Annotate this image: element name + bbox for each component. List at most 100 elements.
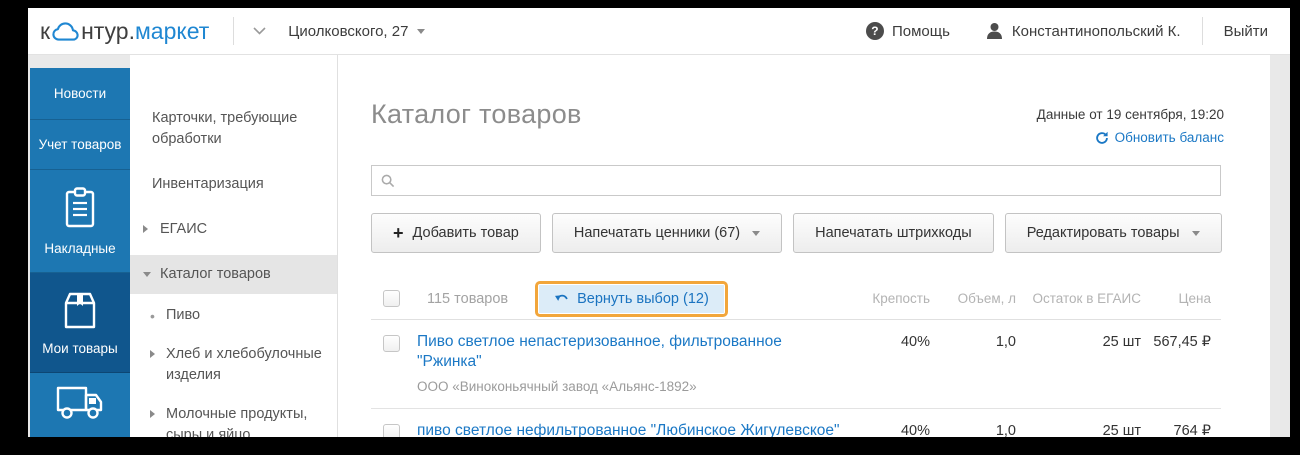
primary-sidebar: Новости Учет товаров Накладные Мои товар… (30, 68, 130, 437)
location-selector[interactable]: Циолковского, 27 (288, 23, 425, 40)
subnav-item-catalog[interactable]: Каталог товаров (130, 255, 337, 294)
table-header: 115 товаров Вернуть выбор (12) Крепость … (371, 278, 1221, 320)
products-table: 115 товаров Вернуть выбор (12) Крепость … (371, 278, 1221, 437)
subnav-item-bread[interactable]: Хлеб и хлебобулочные изделия (130, 337, 337, 393)
logo-text-accent: маркет (135, 18, 209, 45)
subnav-item-egais[interactable]: ЕГАИС (130, 210, 337, 249)
cell-volume: 1,0 (930, 332, 1016, 394)
sidebar-item-label: Учет товаров (39, 137, 122, 152)
topbar-divider (233, 17, 234, 45)
cell-volume: 1,0 (930, 421, 1016, 437)
logout-button[interactable]: Выйти (1224, 23, 1268, 40)
chevron-down-icon (143, 272, 151, 277)
sidebar-item-deliveries[interactable] (30, 373, 130, 437)
restore-selection-button[interactable]: Вернуть выбор (12) (539, 285, 724, 313)
sidebar-item-my-goods[interactable]: Мои товары (30, 273, 130, 373)
box-icon (58, 290, 102, 330)
products-count: 115 товаров (427, 291, 508, 307)
column-header-egais: Остаток в ЕГАИС (1016, 291, 1141, 306)
refresh-balance-link[interactable]: Обновить баланс (1037, 130, 1224, 145)
subnav-item-label: Карточки, требующие обработки (152, 110, 297, 147)
logo-text-prefix: к (40, 18, 50, 45)
sidebar-item-label: Новости (54, 86, 106, 101)
cell-strength: 40% (850, 332, 930, 394)
chevron-right-icon (150, 410, 155, 418)
product-producer: ООО «Виноконьячный завод «Альянс-1892» (417, 379, 850, 394)
print-price-tags-button[interactable]: Напечатать ценники (67) (552, 213, 782, 253)
product-name-link[interactable]: пиво светлое нефильтрованное "Любинское … (417, 421, 850, 437)
subnav-item-label: Пиво (166, 307, 200, 323)
sidebar-item-news[interactable]: Новости (30, 68, 130, 120)
subnav-item-dairy[interactable]: Молочные продукты, сыры и яйцо (130, 397, 337, 437)
subnav-item-label: Каталог товаров (160, 266, 271, 282)
subnav-item-label: Хлеб и хлебобулочные изделия (166, 346, 322, 383)
column-header-volume: Объем, л (930, 291, 1016, 306)
topbar: к нтур. маркет Циолковского, 27 ? Помощь (28, 8, 1290, 55)
print-price-tags-label: Напечатать ценники (67) (574, 225, 740, 241)
refresh-label: Обновить баланс (1115, 130, 1224, 145)
column-header-price: Цена (1141, 291, 1221, 306)
clipboard-icon (60, 186, 100, 230)
annotation-highlight: Вернуть выбор (12) (535, 281, 728, 317)
chevron-down-icon (1192, 231, 1200, 236)
subnav-item-label: ЕГАИС (160, 221, 207, 237)
chevron-down-icon (417, 29, 425, 34)
question-icon: ? (866, 22, 884, 40)
toolbar: + Добавить товар Напечатать ценники (67)… (371, 213, 1222, 253)
restore-selection-label: Вернуть выбор (12) (577, 291, 709, 307)
help-button[interactable]: ? Помощь (866, 22, 950, 40)
row-checkbox[interactable] (383, 424, 400, 437)
data-date: Данные от 19 сентября, 19:20 (1037, 107, 1224, 122)
search-input[interactable] (403, 172, 1211, 190)
app-window: к нтур. маркет Циолковского, 27 ? Помощь (28, 8, 1290, 437)
chevron-right-icon (143, 225, 148, 233)
sidebar-item-accounting[interactable]: Учет товаров (30, 120, 130, 170)
logo-text-mid: нтур. (81, 18, 135, 45)
user-name: Константинопольский К. (1012, 23, 1181, 40)
cell-price: 764 ₽ (1141, 421, 1221, 437)
person-icon (986, 22, 1003, 40)
bullet-icon: • (150, 311, 155, 321)
plus-icon: + (393, 224, 404, 242)
topbar-divider (1202, 17, 1203, 45)
cell-egais: 25 шт (1016, 332, 1141, 394)
secondary-nav: Карточки, требующие обработки Инвентариз… (130, 55, 337, 437)
cloud-icon (51, 20, 80, 43)
edit-products-label: Редактировать товары (1027, 225, 1180, 241)
row-checkbox[interactable] (383, 335, 400, 352)
subnav-item-beer[interactable]: • Пиво (130, 298, 337, 333)
table-row: пиво светлое нефильтрованное "Любинское … (371, 409, 1221, 437)
data-info: Данные от 19 сентября, 19:20 Обновить ба… (1037, 107, 1224, 145)
page-title: Каталог товаров (371, 99, 582, 130)
subnav-item-inventory[interactable]: Инвентаризация (130, 165, 337, 204)
user-menu[interactable]: Константинопольский К. (986, 22, 1181, 40)
search-icon (381, 174, 395, 188)
select-all-checkbox[interactable] (383, 290, 400, 307)
print-barcodes-button[interactable]: Напечатать штрихкоды (793, 213, 994, 253)
search-box[interactable] (371, 165, 1221, 196)
sidebar-item-invoices[interactable]: Накладные (30, 170, 130, 273)
help-label: Помощь (892, 23, 950, 40)
refresh-icon (1095, 131, 1109, 145)
cell-price: 567,45 ₽ (1141, 332, 1221, 394)
add-product-label: Добавить товар (413, 225, 519, 241)
chevron-right-icon (150, 350, 155, 358)
cell-strength: 40% (850, 421, 930, 437)
cell-egais: 25 шт (1016, 421, 1141, 437)
subnav-item-label: Инвентаризация (152, 176, 264, 192)
truck-icon (54, 382, 106, 422)
chevron-down-icon[interactable] (253, 27, 266, 35)
add-product-button[interactable]: + Добавить товар (371, 213, 541, 253)
location-label: Циолковского, 27 (288, 23, 408, 40)
print-barcodes-label: Напечатать штрихкоды (815, 225, 972, 241)
undo-icon (554, 293, 569, 305)
subnav-item-cards-to-process[interactable]: Карточки, требующие обработки (130, 99, 337, 159)
product-name-link[interactable]: Пиво светлое непастеризованное, фильтров… (417, 332, 850, 372)
logo[interactable]: к нтур. маркет (40, 18, 209, 45)
chevron-down-icon (752, 231, 760, 236)
subnav-item-label: Молочные продукты, сыры и яйцо (166, 406, 307, 437)
edit-products-button[interactable]: Редактировать товары (1005, 213, 1222, 253)
sidebar-item-label: Мои товары (42, 341, 117, 356)
column-header-strength: Крепость (850, 291, 930, 306)
table-row: Пиво светлое непастеризованное, фильтров… (371, 320, 1221, 409)
